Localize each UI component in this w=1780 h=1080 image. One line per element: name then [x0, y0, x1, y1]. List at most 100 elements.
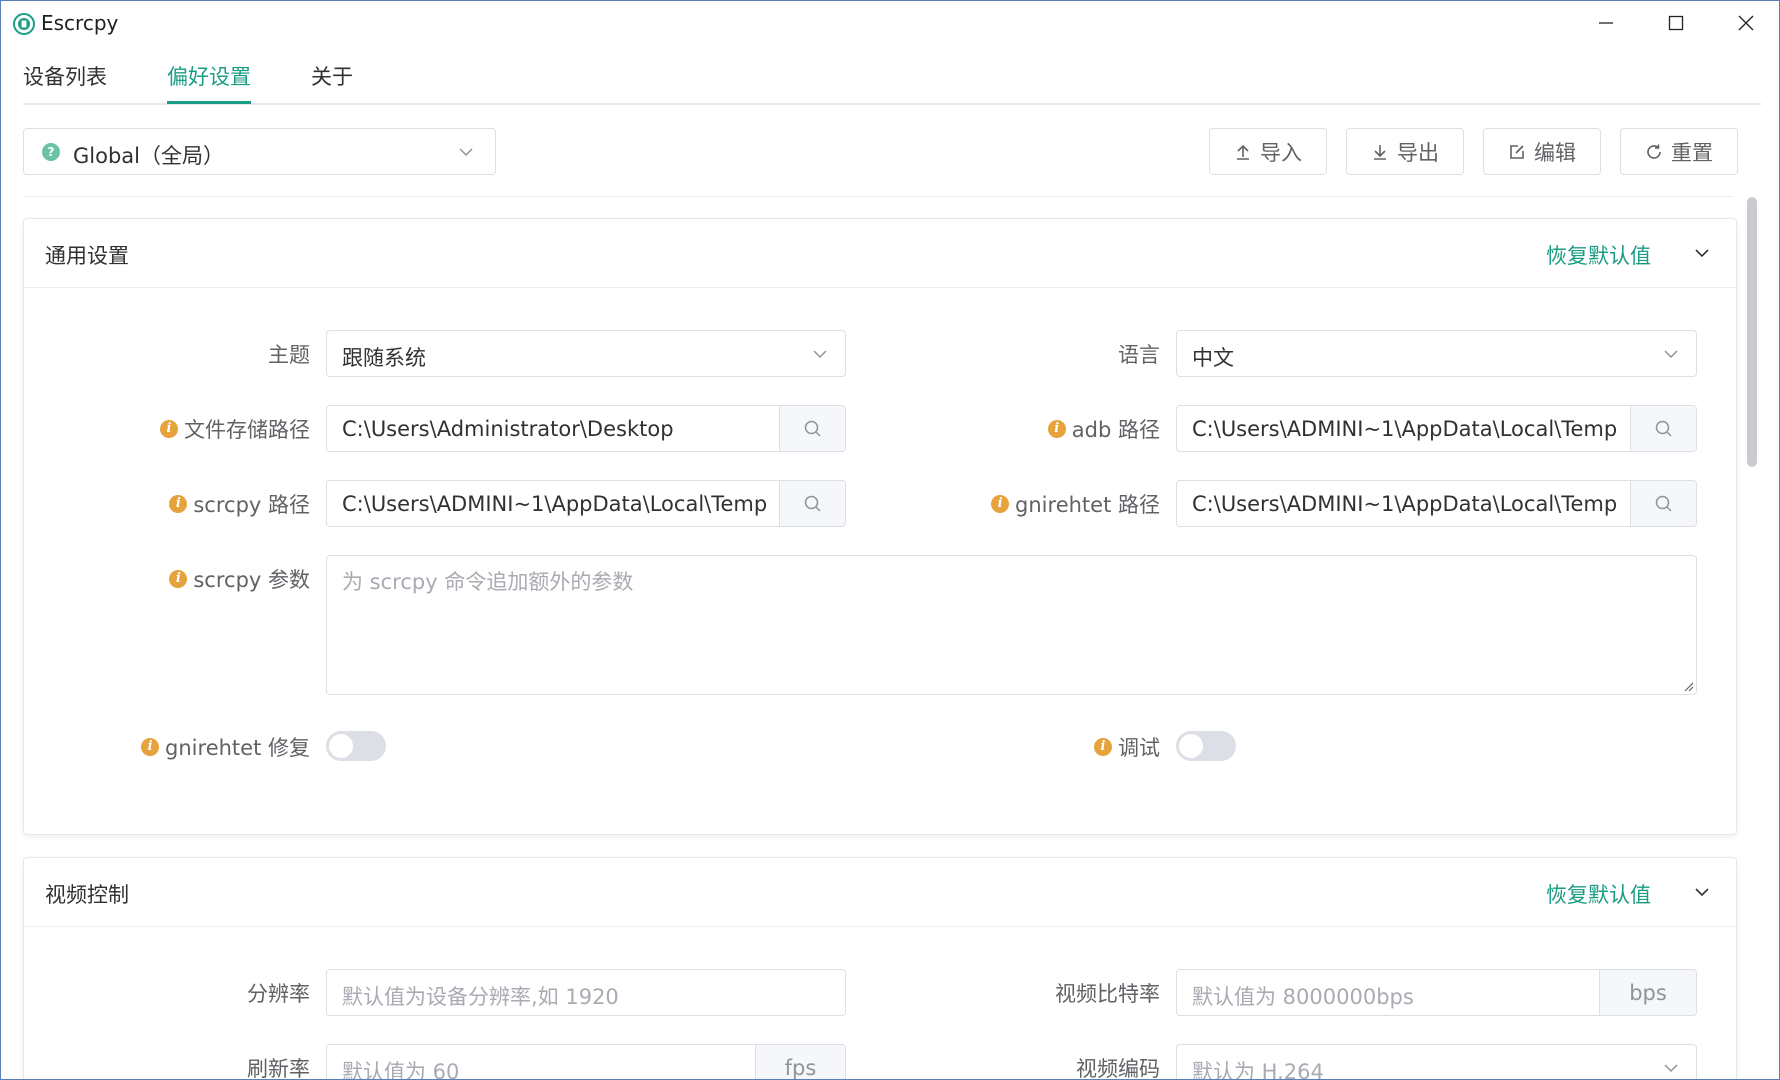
- gnirehtet-fix-switch[interactable]: [326, 731, 386, 761]
- edit-button-label: 编辑: [1534, 140, 1576, 165]
- export-button-label: 导出: [1397, 140, 1439, 165]
- info-icon[interactable]: i: [169, 569, 188, 588]
- file-path-value: C:\Users\Administrator\Desktop: [342, 417, 674, 441]
- gnirehtet-path-input[interactable]: C:\Users\ADMINI~1\AppData\Local\Temp: [1176, 480, 1697, 527]
- gnirehtet-fix-label: i gnirehtet 修复: [84, 723, 310, 770]
- refresh-icon: [1647, 144, 1661, 159]
- bitrate-input[interactable]: 默认值为 8000000bps bps: [1176, 969, 1697, 1016]
- theme-label: 主题: [84, 330, 310, 377]
- scope-select[interactable]: ? Global（全局）: [23, 128, 496, 175]
- tab-device-list[interactable]: 设备列表: [23, 61, 107, 103]
- upload-icon: [1237, 144, 1249, 160]
- tab-about[interactable]: 关于: [311, 61, 353, 103]
- general-settings-card: 通用设置 恢复默认值 主题 跟随系统 语言 中文 i 文件存储路径 C:\Use…: [23, 218, 1737, 835]
- resize-grip-icon[interactable]: [1682, 680, 1694, 692]
- edit-button[interactable]: 编辑: [1483, 128, 1601, 175]
- scrcpy-args-placeholder: 为 scrcpy 命令追加额外的参数: [342, 570, 634, 594]
- general-restore-default-link[interactable]: 恢复默认值: [1546, 240, 1651, 270]
- codec-select[interactable]: 默认为 H.264: [1176, 1044, 1697, 1080]
- chevron-down-icon[interactable]: [1693, 883, 1711, 901]
- language-select[interactable]: 中文: [1176, 330, 1697, 377]
- scope-select-value: Global（全局）: [73, 144, 224, 168]
- bitrate-label-text: 视频比特率: [1055, 981, 1160, 1006]
- maximize-button[interactable]: [1641, 1, 1711, 45]
- language-label: 语言: [924, 330, 1160, 377]
- info-icon[interactable]: i: [169, 494, 188, 513]
- scrcpy-path-value: C:\Users\ADMINI~1\AppData\Local\Temp: [342, 492, 768, 516]
- scrcpy-path-browse-button[interactable]: [779, 481, 845, 526]
- adb-path-browse-button[interactable]: [1630, 406, 1696, 451]
- info-icon[interactable]: i: [1094, 737, 1112, 756]
- info-icon[interactable]: i: [1047, 419, 1066, 438]
- file-path-input[interactable]: C:\Users\Administrator\Desktop: [326, 405, 846, 452]
- bitrate-placeholder: 默认值为 8000000bps: [1192, 985, 1414, 1009]
- file-path-label-text: 文件存储路径: [184, 417, 310, 442]
- scrcpy-path-input[interactable]: C:\Users\ADMINI~1\AppData\Local\Temp: [326, 480, 846, 527]
- maximize-icon: [1668, 15, 1684, 31]
- info-icon[interactable]: i: [141, 737, 160, 756]
- title-bar: Escrcpy: [1, 1, 1779, 45]
- language-label-text: 语言: [1118, 342, 1160, 367]
- scrollbar-thumb[interactable]: [1747, 197, 1757, 467]
- fps-placeholder: 默认值为 60: [342, 1060, 460, 1080]
- switch-knob: [329, 734, 353, 758]
- adb-path-input[interactable]: C:\Users\ADMINI~1\AppData\Local\Temp: [1176, 405, 1697, 452]
- file-path-browse-button[interactable]: [779, 406, 845, 451]
- bitrate-label: 视频比特率: [924, 969, 1160, 1016]
- app-logo-icon: [13, 13, 35, 35]
- import-button[interactable]: 导入: [1209, 128, 1327, 175]
- theme-select-value: 跟随系统: [342, 346, 426, 370]
- fps-unit: fps: [755, 1045, 845, 1079]
- chevron-down-icon[interactable]: [1693, 244, 1711, 262]
- info-icon[interactable]: i: [991, 494, 1010, 513]
- scrcpy-args-label-text: scrcpy 参数: [193, 567, 310, 592]
- reset-button-label: 重置: [1671, 140, 1713, 165]
- search-icon: [804, 420, 821, 437]
- resolution-input[interactable]: 默认值为设备分辨率,如 1920: [326, 969, 846, 1016]
- codec-placeholder: 默认为 H.264: [1192, 1060, 1324, 1080]
- scrcpy-args-textarea[interactable]: 为 scrcpy 命令追加额外的参数: [326, 555, 1697, 695]
- close-button[interactable]: [1711, 1, 1779, 45]
- theme-label-text: 主题: [268, 342, 310, 367]
- main-tabs: 设备列表 偏好设置 关于: [23, 45, 1761, 105]
- reset-button[interactable]: 重置: [1620, 128, 1738, 175]
- general-settings-header[interactable]: 通用设置 恢复默认值: [24, 219, 1736, 288]
- import-button-label: 导入: [1260, 140, 1302, 165]
- info-icon[interactable]: i: [160, 419, 178, 438]
- gnirehtet-path-value: C:\Users\ADMINI~1\AppData\Local\Temp: [1192, 492, 1618, 516]
- scrcpy-args-label: i scrcpy 参数: [84, 555, 310, 602]
- debug-switch[interactable]: [1176, 731, 1236, 761]
- video-restore-default-link[interactable]: 恢复默认值: [1546, 879, 1651, 909]
- file-path-label: i 文件存储路径: [84, 405, 310, 452]
- adb-path-label: i adb 路径: [924, 405, 1160, 452]
- export-button[interactable]: 导出: [1346, 128, 1464, 175]
- chevron-down-icon: [1664, 1064, 1678, 1073]
- edit-icon: [1510, 144, 1524, 159]
- search-icon: [1655, 495, 1672, 512]
- gnirehtet-path-browse-button[interactable]: [1630, 481, 1696, 526]
- adb-path-label-text: adb 路径: [1071, 417, 1160, 442]
- chevron-down-icon: [1664, 350, 1678, 359]
- codec-label-text: 视频编码: [1076, 1056, 1160, 1080]
- video-control-header[interactable]: 视频控制 恢复默认值: [24, 858, 1736, 927]
- app-window: Escrcpy 设备列表 偏好设置 关于 ? Global（全局） 导入 导出 …: [0, 0, 1780, 1080]
- resolution-placeholder: 默认值为设备分辨率,如 1920: [342, 985, 619, 1009]
- toolbar-divider: [23, 196, 1733, 197]
- minimize-button[interactable]: [1571, 1, 1641, 45]
- bitrate-unit: bps: [1599, 970, 1696, 1015]
- resolution-label: 分辨率: [84, 969, 310, 1016]
- general-settings-title: 通用设置: [45, 244, 129, 268]
- video-control-title: 视频控制: [45, 883, 129, 907]
- gnirehtet-fix-label-text: gnirehtet 修复: [165, 735, 310, 760]
- search-icon: [1655, 420, 1672, 437]
- theme-select[interactable]: 跟随系统: [326, 330, 846, 377]
- minimize-icon: [1599, 22, 1613, 24]
- scrcpy-path-label-text: scrcpy 路径: [193, 492, 310, 517]
- adb-path-value: C:\Users\ADMINI~1\AppData\Local\Temp: [1192, 417, 1618, 441]
- debug-label-text: 调试: [1118, 735, 1160, 760]
- fps-input[interactable]: 默认值为 60 fps: [326, 1044, 846, 1080]
- fps-label: 刷新率: [84, 1044, 310, 1080]
- language-select-value: 中文: [1192, 346, 1234, 370]
- chevron-down-icon: [813, 350, 827, 359]
- tab-preferences[interactable]: 偏好设置: [167, 61, 251, 103]
